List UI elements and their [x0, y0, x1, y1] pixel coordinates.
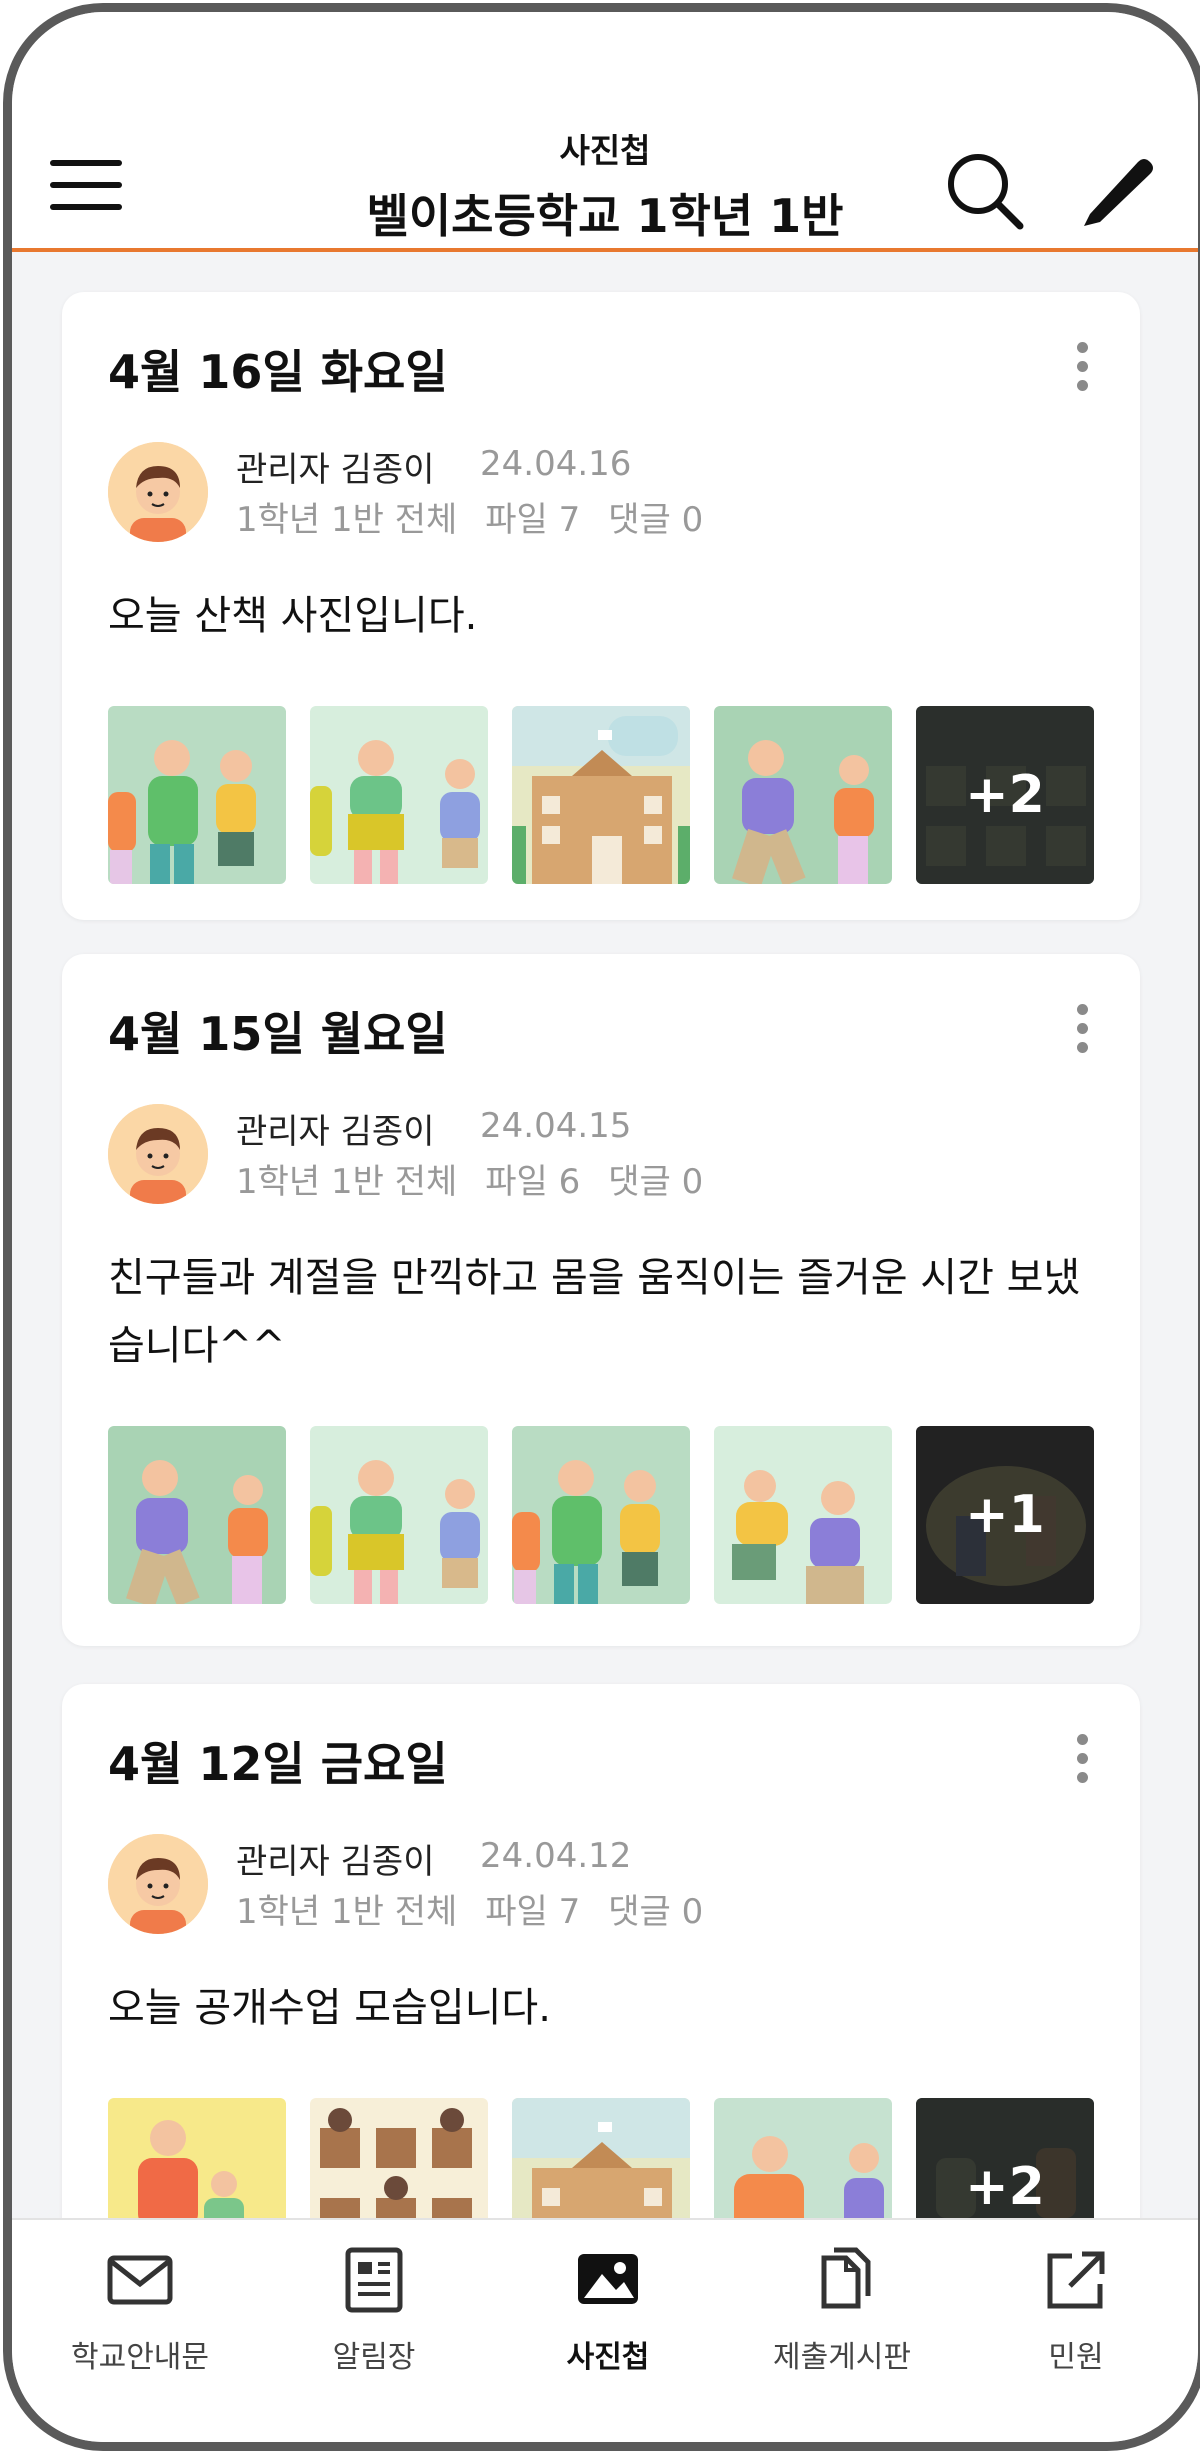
post-comment-count: 댓글 0	[608, 1892, 704, 1932]
avatar	[108, 1104, 208, 1204]
post-author: 관리자 김종이	[236, 1112, 435, 1152]
tab-label: 알림장	[332, 2340, 416, 2375]
post-date-heading: 4월 15일 월요일	[108, 1007, 448, 1061]
photo-thumbnail[interactable]	[108, 706, 286, 884]
post-comment-count: 댓글 0	[608, 1162, 704, 1202]
post-audience: 1학년 1반 전체	[236, 1892, 458, 1932]
image-icon	[578, 2254, 638, 2304]
tab-complaints[interactable]: 민원	[976, 2220, 1176, 2410]
post-author: 관리자 김종이	[236, 450, 435, 490]
tab-notice-board[interactable]: 알림장	[274, 2220, 474, 2410]
post-audience: 1학년 1반 전체	[236, 1162, 458, 1202]
bottom-tab-bar: 학교안내문 알림장 사진첩 제출게시판 민원	[12, 2218, 1198, 2442]
app-frame: 사진첩 벨이초등학교 1학년 1반 4월 16일 화요일 관리자 김종이 24.…	[3, 3, 1200, 2451]
app-header: 사진첩 벨이초등학교 1학년 1반	[12, 12, 1198, 252]
post-date-heading: 4월 16일 화요일	[108, 345, 448, 399]
post-file-count: 파일 6	[485, 1162, 581, 1202]
photo-thumbnail[interactable]	[108, 1426, 286, 1604]
photo-thumbnail-more[interactable]: +1	[916, 1426, 1094, 1604]
tab-label: 민원	[1048, 2340, 1104, 2375]
more-options-icon[interactable]	[1072, 342, 1092, 398]
photo-thumbnail[interactable]	[310, 706, 488, 884]
notice-icon	[345, 2247, 403, 2313]
pencil-edit-icon[interactable]	[1076, 144, 1160, 228]
post-timestamp: 24.04.15	[480, 1106, 632, 1146]
mail-icon	[107, 2255, 173, 2305]
post-date-heading: 4월 12일 금요일	[108, 1737, 448, 1791]
photo-thumbnail-more[interactable]: +2	[916, 706, 1094, 884]
more-photos-count: +1	[916, 1426, 1094, 1604]
post-file-count: 파일 7	[485, 500, 581, 540]
external-link-icon	[1047, 2251, 1105, 2309]
photo-strip: +1	[108, 1426, 1098, 1604]
post-timestamp: 24.04.16	[480, 444, 632, 484]
post-comment-count: 댓글 0	[608, 500, 704, 540]
tab-photo-album[interactable]: 사진첩	[508, 2220, 708, 2410]
documents-icon	[821, 2247, 871, 2309]
more-photos-count: +2	[916, 706, 1094, 884]
post-meta: 1학년 1반 전체 파일 7 댓글 0	[236, 1884, 731, 1933]
post-file-count: 파일 7	[485, 1892, 581, 1932]
post-meta: 1학년 1반 전체 파일 6 댓글 0	[236, 1154, 731, 1203]
photo-thumbnail[interactable]	[714, 1426, 892, 1604]
tab-school-notice[interactable]: 학교안내문	[40, 2220, 240, 2410]
photo-thumbnail[interactable]	[512, 1426, 690, 1604]
post-audience: 1학년 1반 전체	[236, 500, 458, 540]
avatar	[108, 442, 208, 542]
tab-label: 사진첩	[566, 2340, 650, 2375]
photo-strip: +2	[108, 706, 1098, 884]
tab-submission-board[interactable]: 제출게시판	[742, 2220, 942, 2410]
post-author: 관리자 김종이	[236, 1842, 435, 1882]
post-card[interactable]: 4월 12일 금요일 관리자 김종이 24.04.12 1학년 1반 전체 파일 …	[62, 1684, 1140, 2304]
more-options-icon[interactable]	[1072, 1734, 1092, 1790]
photo-thumbnail[interactable]	[714, 706, 892, 884]
tab-label: 학교안내문	[71, 2340, 209, 2375]
post-text: 오늘 공개수업 모습입니다.	[108, 1985, 551, 2031]
photo-thumbnail[interactable]	[310, 1426, 488, 1604]
post-timestamp: 24.04.12	[480, 1836, 632, 1876]
post-text: 친구들과 계절을 만끽하고 몸을 움직이는 즐거운 시간 보냈습니다^^	[108, 1255, 1081, 1369]
search-icon[interactable]	[944, 150, 1026, 232]
tab-label: 제출게시판	[773, 2340, 911, 2375]
post-card[interactable]: 4월 15일 월요일 관리자 김종이 24.04.15 1학년 1반 전체 파일 …	[62, 954, 1140, 1646]
photo-thumbnail[interactable]	[512, 706, 690, 884]
post-card[interactable]: 4월 16일 화요일 관리자 김종이 24.04.16 1학년 1반 전체 파일 …	[62, 292, 1140, 920]
avatar	[108, 1834, 208, 1934]
post-text: 오늘 산책 사진입니다.	[108, 593, 478, 639]
post-meta: 1학년 1반 전체 파일 7 댓글 0	[236, 492, 731, 541]
more-options-icon[interactable]	[1072, 1004, 1092, 1060]
